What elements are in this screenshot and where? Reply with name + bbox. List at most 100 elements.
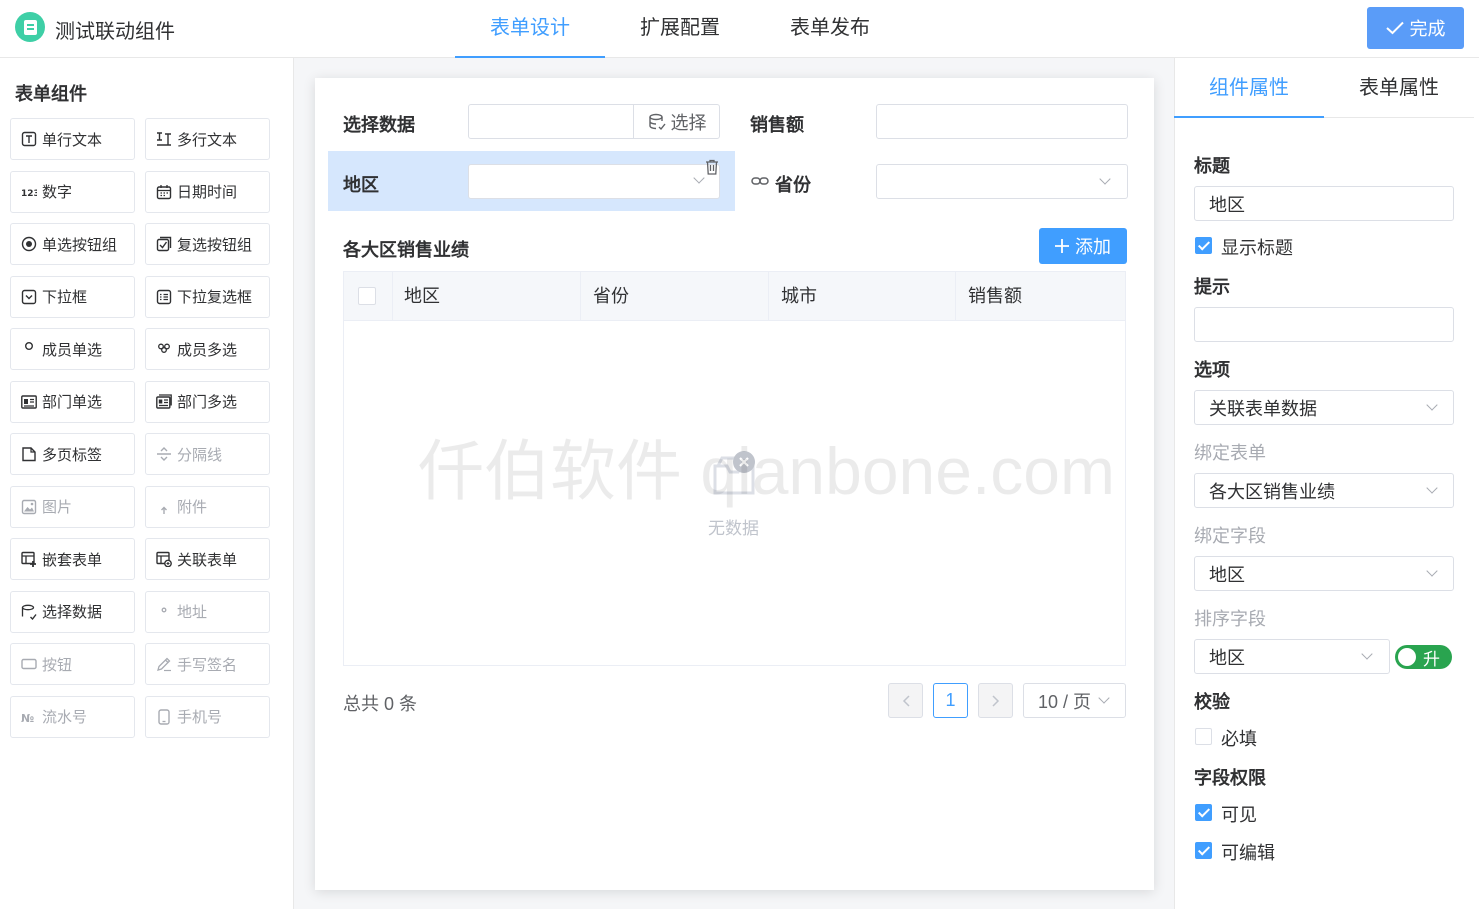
field-label-region: 地区 [343, 175, 379, 195]
sort-field-select[interactable]: 地区 [1194, 639, 1390, 674]
button-icon [21, 656, 37, 672]
component-item[interactable]: 复选按钮组 [145, 223, 270, 265]
title-input[interactable]: 地区 [1194, 186, 1454, 221]
field-label-select-data: 选择数据 [343, 115, 415, 135]
component-item[interactable]: 关联表单 [145, 538, 270, 580]
visible-checkbox[interactable] [1195, 804, 1212, 821]
component-item[interactable]: 成员多选 [145, 328, 270, 370]
select-data-button[interactable]: 选择 [633, 104, 720, 139]
sort-order-switch[interactable]: 升 [1395, 645, 1452, 669]
component-item[interactable]: 多页标签 [10, 433, 135, 475]
sales-input[interactable] [876, 104, 1128, 139]
component-item[interactable]: 手写签名 [145, 643, 270, 685]
component-item[interactable]: 嵌套表单 [10, 538, 135, 580]
department-icon [21, 394, 37, 410]
text-box-icon [21, 131, 37, 147]
calendar-icon [156, 184, 172, 200]
page-size-select[interactable]: 10 / 页 [1023, 683, 1126, 718]
tab-form-properties[interactable]: 表单属性 [1324, 58, 1474, 118]
component-label: 复选按钮组 [177, 236, 253, 254]
select-all-checkbox[interactable] [358, 287, 376, 305]
visible-label: 可见 [1221, 805, 1257, 825]
bind-field-select[interactable]: 地区 [1194, 556, 1454, 591]
component-item[interactable]: 图片 [10, 485, 135, 528]
location-pin-icon [156, 604, 172, 620]
component-item[interactable]: 成员单选 [10, 328, 135, 370]
required-label: 必填 [1221, 729, 1257, 749]
users-icon [156, 341, 172, 357]
top-header: 测试联动组件 表单设计 扩展配置 表单发布 完成 [0, 0, 1479, 58]
component-item[interactable]: 部门单选 [10, 380, 135, 423]
component-label: 多行文本 [177, 131, 238, 149]
plus-icon [1055, 239, 1069, 253]
column-header-province: 省份 [581, 272, 769, 321]
component-label: 下拉框 [42, 289, 88, 306]
component-item[interactable]: 下拉框 [10, 275, 135, 318]
component-item[interactable]: 日期时间 [145, 170, 270, 213]
next-page-button[interactable] [978, 683, 1013, 718]
province-select[interactable] [876, 164, 1128, 199]
column-header-city: 城市 [769, 272, 956, 321]
component-item[interactable]: 手机号 [145, 695, 270, 738]
component-item[interactable]: 单选按钮组 [10, 223, 135, 265]
add-label: 添加 [1075, 237, 1111, 257]
column-divider [392, 272, 393, 321]
component-item[interactable]: 选择数据 [10, 590, 135, 633]
prop-label-bind-field: 绑定字段 [1194, 526, 1266, 546]
link-icon [751, 177, 769, 185]
dropdown-icon [21, 289, 37, 305]
hint-input[interactable] [1194, 307, 1454, 342]
component-item[interactable]: 123 数字 [10, 170, 135, 213]
select-button-label: 选择 [670, 112, 707, 133]
component-item[interactable]: 部门多选 [145, 380, 270, 423]
component-label: 关联表单 [177, 551, 238, 569]
subform-title: 各大区销售业绩 [343, 240, 469, 260]
component-item[interactable]: 附件 [145, 485, 270, 528]
component-item[interactable]: 按钮 [10, 643, 135, 685]
tab-form-publish[interactable]: 表单发布 [755, 0, 905, 58]
component-label: 部门多选 [177, 394, 238, 411]
component-item[interactable]: 分隔线 [145, 433, 270, 475]
region-select[interactable] [468, 164, 720, 199]
svg-text:123: 123 [21, 189, 37, 199]
empty-text: 无数据 [708, 519, 759, 538]
component-label: 成员单选 [42, 341, 103, 359]
component-label: 选择数据 [42, 604, 103, 621]
departments-icon [156, 393, 172, 410]
divider-icon [156, 446, 172, 462]
prev-page-button[interactable] [888, 683, 923, 718]
title-value: 地区 [1209, 194, 1245, 215]
component-item[interactable]: 多行文本 [145, 118, 270, 160]
tab-extension-config[interactable]: 扩展配置 [605, 0, 755, 58]
required-checkbox[interactable] [1195, 728, 1212, 745]
bind-form-select[interactable]: 各大区销售业绩 [1194, 473, 1454, 508]
bind-form-value: 各大区销售业绩 [1209, 481, 1335, 502]
check-icon [1385, 21, 1404, 35]
component-item[interactable]: 下拉复选框 [145, 275, 270, 318]
component-label: 地址 [177, 604, 208, 621]
tab-component-properties[interactable]: 组件属性 [1174, 58, 1324, 118]
component-label: 日期时间 [177, 184, 238, 201]
done-button[interactable]: 完成 [1367, 7, 1464, 49]
component-item[interactable]: 单行文本 [10, 118, 135, 160]
dropdown-multi-icon [156, 289, 172, 305]
delete-field-icon[interactable] [700, 155, 724, 179]
user-icon [21, 341, 37, 357]
component-item[interactable]: № 流水号 [10, 695, 135, 738]
show-title-checkbox[interactable] [1195, 237, 1212, 254]
component-label: 多页标签 [42, 446, 103, 464]
database-icon [648, 113, 666, 130]
component-item[interactable]: 地址 [145, 590, 270, 633]
options-value: 关联表单数据 [1209, 398, 1317, 419]
scrollbar[interactable] [1474, 58, 1479, 909]
tab-form-design[interactable]: 表单设计 [455, 0, 605, 58]
options-select[interactable]: 关联表单数据 [1194, 390, 1454, 425]
add-row-button[interactable]: 添加 [1039, 228, 1127, 264]
editable-checkbox[interactable] [1195, 842, 1212, 859]
prop-label-options: 选项 [1194, 360, 1230, 380]
component-label: 流水号 [42, 709, 88, 726]
component-label: 分隔线 [177, 446, 223, 464]
component-label: 嵌套表单 [42, 551, 103, 569]
page-number-current[interactable]: 1 [933, 683, 968, 718]
upload-icon [156, 499, 172, 515]
